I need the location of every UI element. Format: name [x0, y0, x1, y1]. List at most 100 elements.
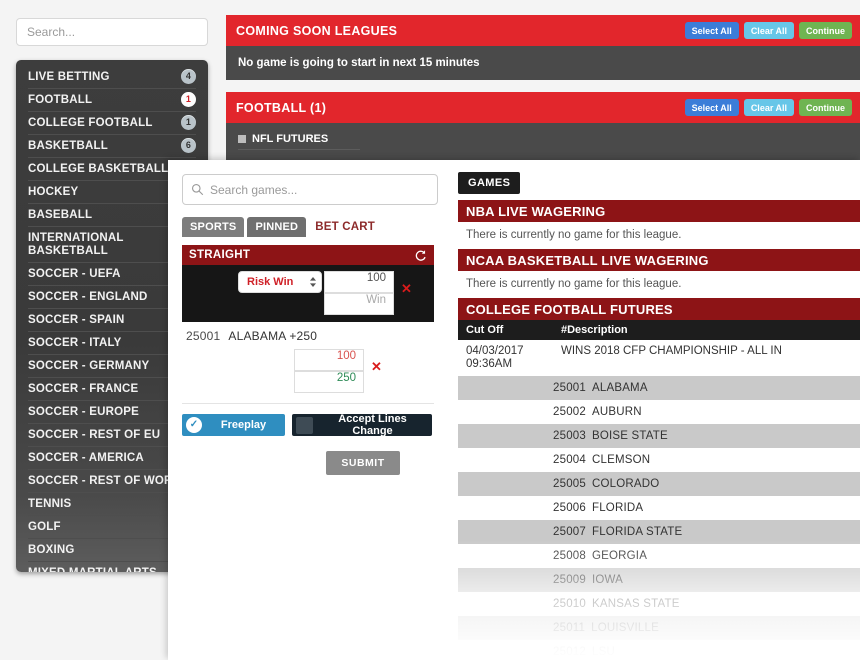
slip-delete-icon[interactable]: ✕ — [401, 281, 412, 297]
option-name: GEORGIA — [592, 550, 647, 562]
pick-win-input[interactable]: 250 — [294, 371, 364, 393]
futures-option-row[interactable]: 25004 CLEMSON — [458, 448, 860, 472]
football-panel: FOOTBALL (1) Select All Clear All Contin… — [226, 92, 860, 168]
refresh-icon[interactable] — [414, 249, 427, 262]
option-name: FLORIDA STATE — [592, 526, 682, 538]
checkbox-icon[interactable] — [238, 135, 246, 143]
football-clear-all-button[interactable]: Clear All — [744, 99, 794, 116]
sidebar-item-label: LIVE BETTING — [28, 71, 110, 83]
sidebar-item-badge: 6 — [181, 138, 196, 153]
sidebar-item-label: SOCCER - SPAIN — [28, 314, 125, 326]
pick-delete-icon[interactable]: ✕ — [371, 359, 382, 375]
leagues-list: NBA LIVE WAGERING There is currently no g… — [458, 200, 860, 298]
risk-type-value: Risk Win — [247, 276, 309, 288]
sidebar-item-label: GOLF — [28, 521, 61, 533]
sidebar-item-label: BASEBALL — [28, 209, 92, 221]
slip-divider — [182, 403, 434, 404]
option-name: AUBURN — [592, 406, 642, 418]
option-number: 25007 — [553, 526, 586, 538]
futures-table-header: Cut Off #Description — [458, 320, 860, 340]
option-name: LSU — [592, 646, 615, 658]
league-checkbox-nfl-futures[interactable]: NFL FUTURES — [238, 133, 360, 150]
league-section: NBA LIVE WAGERINGThere is currently no g… — [458, 200, 860, 249]
option-name: KANSAS STATE — [592, 598, 680, 610]
option-name: COLORADO — [592, 478, 659, 490]
search-input-placeholder: Search... — [27, 25, 75, 39]
sidebar-item-label: TENNIS — [28, 498, 71, 510]
tab-sports[interactable]: SPORTS — [182, 217, 244, 237]
tab-pinned[interactable]: PINNED — [247, 217, 306, 237]
cut-off-date: 04/03/2017 — [466, 345, 561, 358]
column-description: #Description — [561, 324, 628, 336]
option-number: 25009 — [553, 574, 586, 586]
sidebar-item-label: INTERNATIONAL BASKETBALL — [28, 232, 123, 257]
slip-win-input[interactable]: Win — [324, 293, 394, 315]
sidebar-item-label: SOCCER - UEFA — [28, 268, 121, 280]
futures-options-list: 25001ALABAMA25002AUBURN25003BOISE STATE2… — [458, 376, 860, 660]
submit-button[interactable]: SUBMIT — [326, 451, 400, 475]
futures-option-row[interactable]: 25006FLORIDA — [458, 496, 860, 520]
futures-option-row[interactable]: 25012LSU — [458, 640, 860, 660]
futures-option-row[interactable]: 25001ALABAMA — [458, 376, 860, 400]
straight-bet-slip: STRAIGHT Risk Win — [182, 245, 434, 475]
league-title: NBA LIVE WAGERING — [458, 200, 860, 222]
futures-option-row[interactable]: 25008GEORGIA — [458, 544, 860, 568]
continue-button[interactable]: Continue — [799, 22, 852, 39]
futures-option-row[interactable]: 25010KANSAS STATE — [458, 592, 860, 616]
futures-option-row[interactable]: 25002 AUBURN — [458, 400, 860, 424]
search-input[interactable]: Search... — [16, 18, 208, 46]
futures-option-row[interactable]: 25005COLORADO — [458, 472, 860, 496]
pick-risk-input[interactable]: 100 — [294, 349, 364, 371]
tab-bet-cart[interactable]: BET CART — [309, 217, 381, 237]
futures-cut-off: 04/03/2017 09:36AM — [466, 345, 561, 371]
futures-description: WINS 2018 CFP CHAMPIONSHIP - ALL IN — [561, 345, 852, 371]
sidebar-item[interactable]: COLLEGE FOOTBALL1 — [28, 112, 196, 135]
sidebar-item-label: MIXED MARTIAL ARTS — [28, 567, 157, 572]
option-name: CLEMSON — [592, 454, 650, 466]
football-title: FOOTBALL (1) — [236, 101, 680, 115]
tab-games[interactable]: GAMES — [458, 172, 520, 194]
futures-event-row[interactable]: 04/03/2017 09:36AM WINS 2018 CFP CHAMPIO… — [458, 340, 860, 376]
pick-number: 25001 — [186, 329, 220, 343]
league-empty-message: There is currently no game for this leag… — [458, 271, 860, 298]
option-number: 25003 — [553, 430, 586, 442]
bet-pick-row: 25001 ALABAMA +250 100 250 ✕ — [182, 322, 434, 393]
chevron-updown-icon — [309, 276, 317, 288]
futures-option-row[interactable]: 25011LOUISVILLE — [458, 616, 860, 640]
football-select-all-button[interactable]: Select All — [685, 99, 739, 116]
option-number: 25004 — [553, 454, 586, 466]
option-number: 25002 — [553, 406, 586, 418]
column-cut-off: Cut Off — [466, 324, 561, 336]
slip-risk-input[interactable]: 100 — [324, 271, 394, 293]
coming-soon-header: COMING SOON LEAGUES Select All Clear All… — [226, 15, 860, 46]
slip-stake-fields: 100 Win — [324, 271, 394, 315]
college-football-futures-section: COLLEGE FOOTBALL FUTURES Cut Off #Descri… — [458, 298, 860, 660]
sidebar-item[interactable]: FOOTBALL1 — [28, 89, 196, 112]
futures-option-row[interactable]: 25009IOWA — [458, 568, 860, 592]
pick-description: ALABAMA +250 — [228, 329, 317, 343]
risk-type-select[interactable]: Risk Win — [238, 271, 322, 293]
clear-all-button[interactable]: Clear All — [744, 22, 794, 39]
bet-slip-column: Search games... SPORTS PINNED BET CART S… — [182, 174, 446, 475]
game-search-input[interactable]: Search games... — [182, 174, 438, 205]
sidebar-item[interactable]: LIVE BETTING4 — [28, 66, 196, 89]
accept-lines-toggle[interactable]: Accept Lines Change — [292, 414, 432, 436]
league-section: NCAA BASKETBALL LIVE WAGERINGThere is cu… — [458, 249, 860, 298]
coming-soon-message: No game is going to start in next 15 min… — [226, 46, 860, 80]
futures-option-row[interactable]: 25003 BOISE STATE — [458, 424, 860, 448]
slip-header: STRAIGHT — [182, 245, 434, 265]
freeplay-toggle[interactable]: ✓ Freeplay — [182, 414, 285, 436]
slip-body: Risk Win 100 Win ✕ — [182, 265, 434, 322]
futures-option-row[interactable]: 25007 FLORIDA STATE — [458, 520, 860, 544]
bet-panel-tabs: SPORTS PINNED BET CART — [182, 217, 446, 237]
coming-soon-title: COMING SOON LEAGUES — [236, 24, 680, 38]
cut-off-time: 09:36AM — [466, 358, 561, 371]
select-all-button[interactable]: Select All — [685, 22, 739, 39]
sidebar-item[interactable]: BASKETBALL6 — [28, 135, 196, 158]
league-title: NCAA BASKETBALL LIVE WAGERING — [458, 249, 860, 271]
option-name: FLORIDA — [592, 502, 643, 514]
football-continue-button[interactable]: Continue — [799, 99, 852, 116]
option-number: 25001 — [553, 382, 586, 394]
option-name: BOISE STATE — [592, 430, 668, 442]
main-content-panel: Search games... SPORTS PINNED BET CART S… — [168, 160, 860, 660]
